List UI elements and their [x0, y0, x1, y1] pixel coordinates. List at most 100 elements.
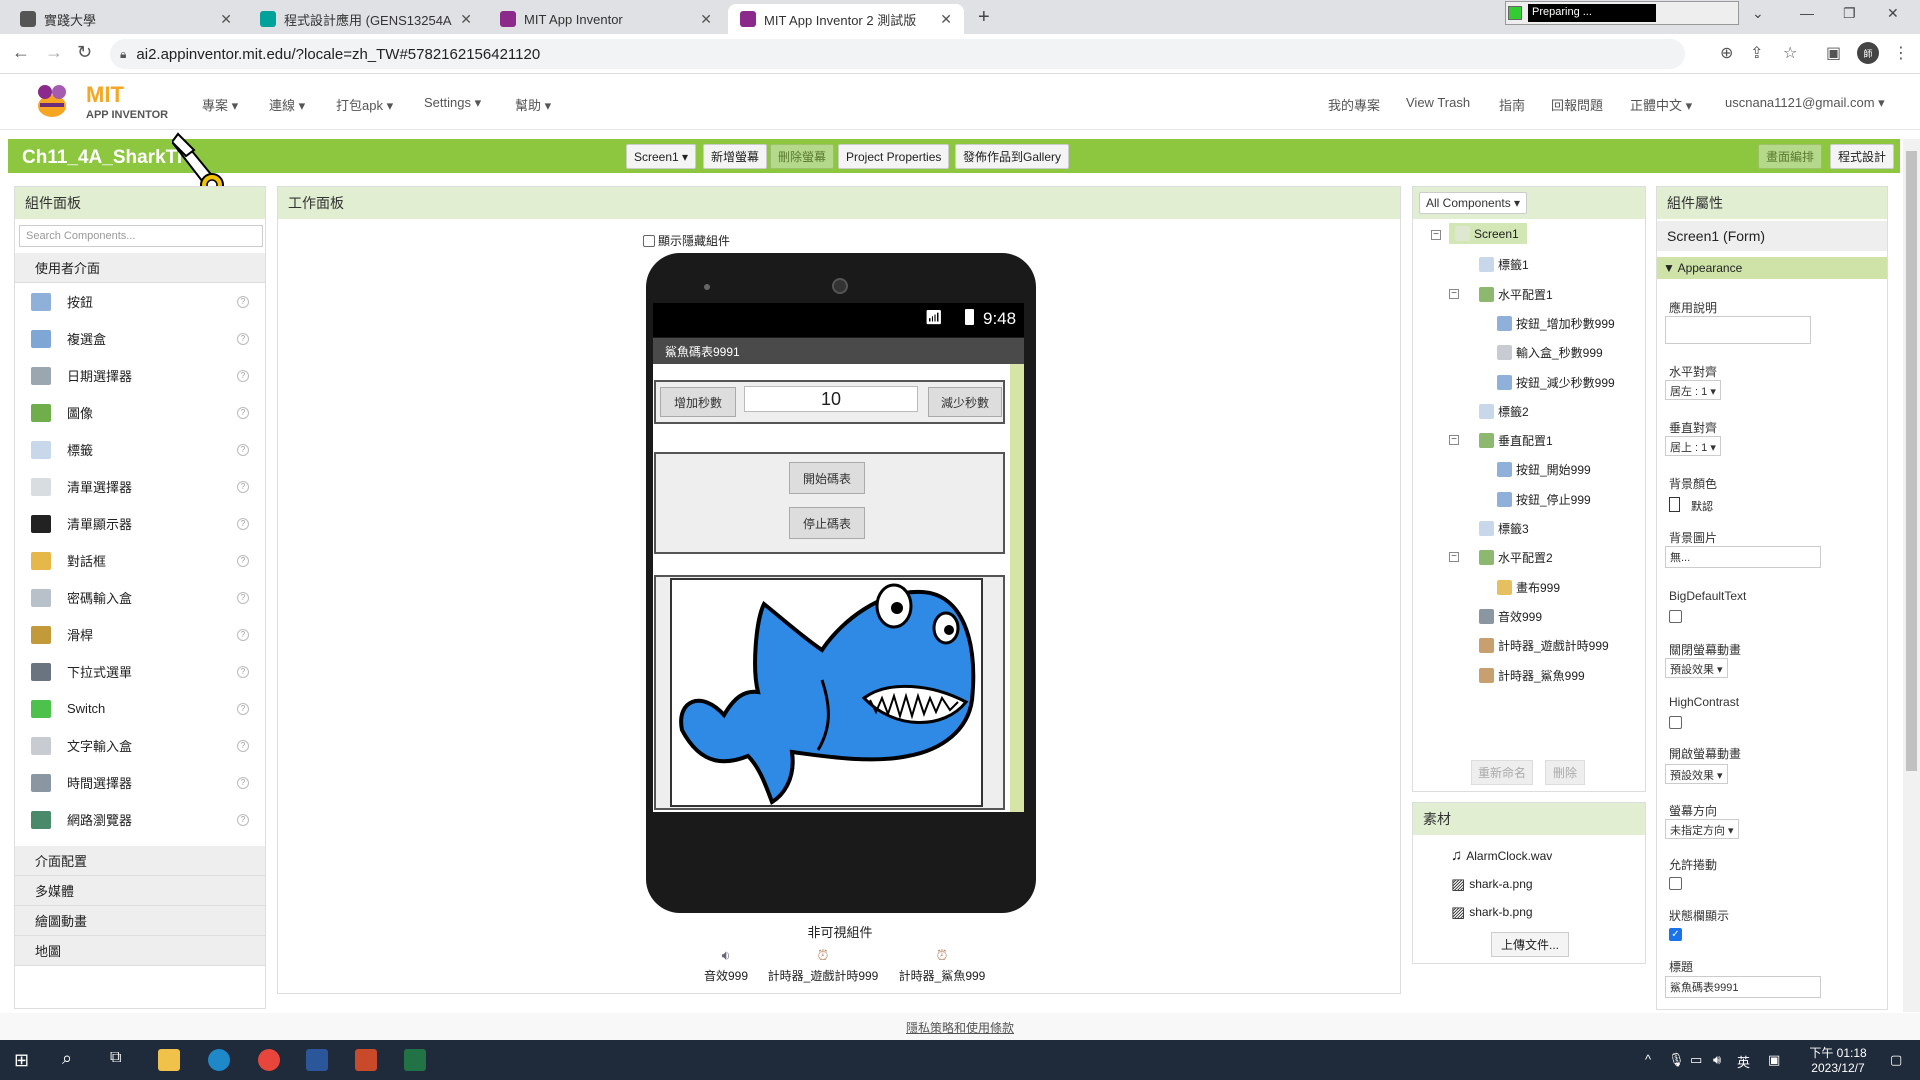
tab-search-icon[interactable]: ⌄ [1752, 5, 1764, 22]
share-icon[interactable]: ⇪ [1750, 43, 1763, 63]
language-menu[interactable]: 正體中文 ▾ [1630, 95, 1692, 114]
account-menu[interactable]: uscnana1121@gmail.com ▾ [1725, 95, 1885, 111]
privacy-link[interactable]: 隱私策略和使用條款 [906, 1021, 1014, 1035]
ime-indicator[interactable]: 英 [1737, 1052, 1750, 1071]
tree-node[interactable]: 按鈕_開始999 [1497, 461, 1591, 478]
title-input[interactable]: 鯊魚碼表9991 [1665, 976, 1821, 998]
help-icon[interactable]: ? [237, 702, 249, 715]
add-screen-button[interactable]: 新增螢幕 [703, 144, 768, 169]
menu-connect[interactable]: 連線 ▾ [269, 95, 305, 114]
clock[interactable]: 下午 01:18 2023/12/7 [1798, 1044, 1878, 1075]
windows-start-icon[interactable]: ⊞ [14, 1050, 29, 1071]
tree-node[interactable]: 輸入盒_秒數999 [1497, 344, 1603, 361]
scrollbar-thumb[interactable] [1906, 151, 1917, 771]
nonvisible-game-timer[interactable]: ⏰︎ 計時器_遊戲計時999 [758, 947, 888, 984]
palette-item[interactable]: 時間選擇器? [15, 764, 265, 801]
tray-chevron-icon[interactable]: ^ [1645, 1052, 1651, 1067]
task-view-icon[interactable]: ⧉ [110, 1049, 121, 1067]
restore-icon[interactable]: ❐ [1843, 5, 1856, 22]
scroll-checkbox[interactable] [1669, 877, 1682, 890]
zoom-icon[interactable]: ⊕ [1720, 43, 1733, 63]
tree-node[interactable]: 畫布999 [1497, 579, 1560, 596]
network-icon[interactable]: ▭ [1690, 1052, 1702, 1068]
help-icon[interactable]: ? [237, 443, 249, 456]
collapse-toggle-icon[interactable]: − [1449, 435, 1459, 446]
nonvisible-sound[interactable]: 🔉︎ 音效999 [696, 947, 756, 984]
appearance-section[interactable]: ▼ Appearance [1657, 257, 1887, 279]
category-media[interactable]: 多媒體 [15, 876, 265, 906]
browser-tab[interactable]: MIT App Inventor ✕ [488, 4, 724, 34]
category-maps[interactable]: 地圖 [15, 936, 265, 966]
upload-file-button[interactable]: 上傳文件... [1491, 932, 1569, 957]
close-icon[interactable]: ✕ [460, 11, 472, 28]
start-stopwatch-button[interactable]: 開始碼表 [789, 462, 865, 494]
excel-icon[interactable] [404, 1049, 426, 1071]
menu-help[interactable]: 幫助 ▾ [515, 95, 551, 114]
my-projects-link[interactable]: 我的專案 [1328, 95, 1380, 114]
blocks-button[interactable]: 程式設計 [1830, 144, 1895, 169]
forward-icon[interactable]: → [45, 42, 63, 63]
help-icon[interactable]: ? [237, 406, 249, 419]
delete-button[interactable]: 刪除 [1545, 760, 1585, 785]
powerpoint-icon[interactable] [355, 1049, 377, 1071]
close-icon[interactable]: ✕ [700, 11, 712, 28]
back-icon[interactable]: ← [12, 42, 30, 63]
checkbox-box[interactable] [643, 234, 655, 247]
tree-node[interactable]: 按鈕_停止999 [1497, 491, 1591, 508]
all-components-dropdown[interactable]: All Components ▾ [1419, 192, 1528, 214]
help-icon[interactable]: ? [237, 517, 249, 530]
search-components-input[interactable]: Search Components... [19, 225, 263, 247]
app-inventor-logo[interactable]: MIT APP INVENTOR [30, 80, 170, 124]
chrome-icon[interactable] [258, 1049, 280, 1071]
tree-node[interactable]: 標籤1 [1479, 256, 1529, 273]
bgimage-picker[interactable]: 無... [1665, 546, 1821, 568]
category-drawing-animation[interactable]: 繪圖動畫 [15, 906, 265, 936]
palette-item[interactable]: 日期選擇器? [15, 357, 265, 394]
palette-item[interactable]: Switch? [15, 690, 265, 727]
category-layout[interactable]: 介面配置 [15, 846, 265, 876]
publish-gallery-button[interactable]: 發佈作品到Gallery [955, 144, 1070, 169]
menu-project[interactable]: 專案 ▾ [202, 95, 238, 114]
about-textarea[interactable] [1665, 316, 1811, 344]
palette-item[interactable]: 滑桿? [15, 616, 265, 653]
volume-icon[interactable]: 🔊︎ [1713, 1052, 1721, 1068]
notification-icon[interactable]: ▢ [1890, 1052, 1902, 1068]
decrease-seconds-button[interactable]: 減少秒數 [928, 387, 1002, 417]
tree-node[interactable]: 標籤3 [1479, 520, 1529, 537]
help-icon[interactable]: ? [237, 554, 249, 567]
edge-icon[interactable] [208, 1049, 230, 1071]
help-icon[interactable]: ? [237, 332, 249, 345]
file-explorer-icon[interactable] [158, 1049, 180, 1071]
help-icon[interactable]: ? [237, 813, 249, 826]
search-icon[interactable]: ⌕ [62, 1048, 72, 1069]
category-user-interface[interactable]: 使用者介面 [15, 253, 265, 283]
sidebar-icon[interactable]: ▣ [1826, 43, 1841, 63]
kebab-menu-icon[interactable]: ⋮ [1893, 43, 1909, 63]
palette-item[interactable]: 清單顯示器? [15, 505, 265, 542]
ime-mode-icon[interactable]: ▣ [1768, 1052, 1780, 1068]
screen-select-button[interactable]: Screen1 ▾ [626, 144, 697, 169]
palette-item[interactable]: 按鈕? [15, 283, 265, 320]
tree-node[interactable]: 按鈕_減少秒數999 [1497, 374, 1615, 391]
avatar[interactable]: 師 [1857, 42, 1879, 64]
media-file[interactable]: ▨ shark-a.png [1451, 875, 1533, 893]
palette-item[interactable]: 密碼輸入盒? [15, 579, 265, 616]
help-icon[interactable]: ? [237, 739, 249, 752]
tree-node[interactable]: 水平配置1 [1479, 286, 1553, 303]
media-file[interactable]: ▨ shark-b.png [1451, 903, 1533, 921]
bookmark-star-icon[interactable]: ☆ [1783, 43, 1797, 63]
media-file[interactable]: ♫ AlarmClock.wav [1451, 847, 1552, 864]
tree-node[interactable]: 音效999 [1479, 608, 1542, 625]
palette-item[interactable]: 對話框? [15, 542, 265, 579]
reload-icon[interactable]: ↻ [77, 42, 92, 63]
rename-button[interactable]: 重新命名 [1471, 760, 1533, 785]
tree-node[interactable]: 按鈕_增加秒數999 [1497, 315, 1615, 332]
microphone-icon[interactable]: 🎙︎ [1668, 1052, 1685, 1068]
project-properties-button[interactable]: Project Properties [838, 144, 950, 169]
tree-node[interactable]: 標籤2 [1479, 403, 1529, 420]
help-icon[interactable]: ? [237, 369, 249, 382]
orientation-select[interactable]: 未指定方向 ▾ [1665, 819, 1739, 839]
remove-screen-button[interactable]: 刪除螢幕 [770, 144, 835, 169]
browser-tab[interactable]: 實踐大學 ✕ [8, 4, 244, 34]
window-close-icon[interactable]: ✕ [1887, 5, 1899, 22]
